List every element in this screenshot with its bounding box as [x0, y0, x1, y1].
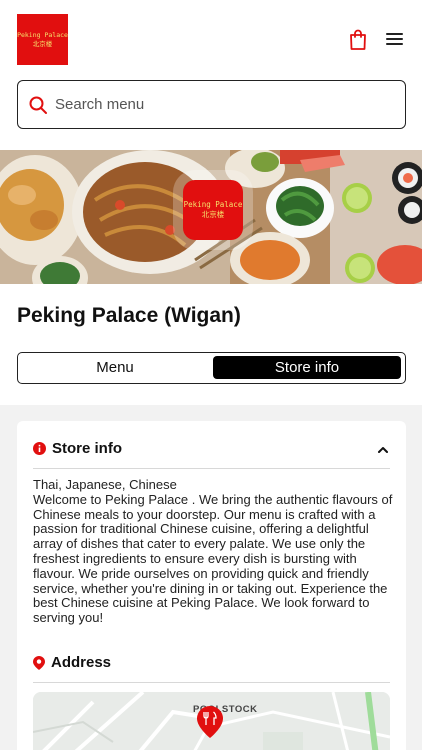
- hero-logo-text-latin: Peking Palace: [183, 200, 243, 209]
- hero-restaurant-logo: Peking Palace 北京楼: [183, 180, 243, 240]
- store-header: Peking Palace (Wigan) Menu Store info: [0, 284, 422, 405]
- address-heading: Address: [33, 654, 111, 671]
- cuisine-list: Thai, Japanese, Chinese: [33, 477, 177, 492]
- info-icon: [33, 442, 46, 455]
- search-input[interactable]: [55, 96, 375, 113]
- logo-text-chinese: 北京楼: [32, 39, 53, 48]
- divider: [33, 468, 390, 469]
- hero-logo-text-chinese: 北京楼: [201, 210, 225, 219]
- store-info-title: Store info: [52, 440, 122, 457]
- store-description: Welcome to Peking Palace . We bring the …: [33, 491, 393, 626]
- location-pin-icon: [33, 655, 45, 670]
- tab-store-info[interactable]: Store info: [213, 356, 401, 379]
- store-info-card: Store info Thai, Japanese, Chinese Welco…: [17, 421, 406, 750]
- search-bar[interactable]: [17, 80, 406, 129]
- top-header: Peking Palace 北京楼: [0, 0, 422, 150]
- store-description-block: Thai, Japanese, Chinese Welcome to Pekin…: [33, 477, 395, 626]
- search-icon: [29, 96, 47, 114]
- store-name: Peking Palace (Wigan): [17, 304, 241, 327]
- shopping-bag-icon[interactable]: [346, 28, 370, 52]
- tab-menu[interactable]: Menu: [21, 356, 209, 379]
- view-tabs: Menu Store info: [17, 352, 406, 384]
- restaurant-map-pin-icon[interactable]: [197, 706, 223, 738]
- logo-text-latin: Peking Palace: [17, 30, 68, 39]
- chevron-up-icon[interactable]: [376, 443, 390, 457]
- restaurant-logo[interactable]: Peking Palace 北京楼: [17, 14, 68, 65]
- hamburger-icon[interactable]: [384, 30, 406, 50]
- divider: [33, 682, 390, 683]
- address-map[interactable]: POOLSTOCK: [33, 692, 390, 750]
- address-title: Address: [51, 654, 112, 671]
- store-info-heading[interactable]: Store info: [33, 440, 122, 457]
